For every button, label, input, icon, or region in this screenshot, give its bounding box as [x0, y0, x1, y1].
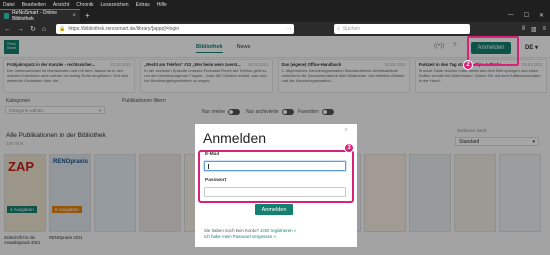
tab-title: ReNoSmart - Online Bibliothek	[12, 10, 58, 22]
annotation-badge: 2	[463, 60, 473, 70]
new-tab-icon[interactable]: +	[85, 11, 90, 20]
close-tab-icon[interactable]: ×	[72, 13, 76, 19]
menu-item[interactable]: Datei	[3, 2, 15, 8]
forgot-password-link[interactable]: Ich habe mein Passwort vergessen »	[204, 234, 276, 239]
menu-item[interactable]: Hilfe	[157, 2, 167, 8]
browser-navbar: ← → ↻ ⌂ 🔒 https://bibliothek.renosmart.d…	[0, 22, 550, 36]
register-hint: Sie haben noch kein Konto? Jetzt registr…	[204, 228, 296, 240]
window-controls: — ☐ ✕	[508, 12, 550, 19]
url-bar[interactable]: 🔒 https://bibliothek.renosmart.de/librar…	[56, 24, 295, 34]
reload-icon[interactable]: ↻	[30, 25, 36, 33]
browser-tabbar: ReNoSmart - Online Bibliothek × + — ☐ ✕	[0, 9, 550, 22]
modal-title: Anmelden	[203, 130, 267, 146]
search-icon: ⌕	[337, 26, 340, 32]
close-icon[interactable]: ×	[344, 127, 348, 134]
sidebar-icon[interactable]: ▥	[531, 26, 537, 33]
favicon-icon	[4, 13, 10, 19]
highlight-login-button	[467, 36, 519, 66]
url-text: https://bibliothek.renosmart.de/library/…	[68, 26, 180, 32]
maximize-icon[interactable]: ☐	[524, 12, 529, 19]
forward-icon[interactable]: →	[17, 26, 24, 33]
browser-search-input[interactable]: ⌕ Suchen	[334, 24, 471, 34]
menu-item[interactable]: Extras	[136, 2, 150, 8]
menu-item[interactable]: Chronik	[76, 2, 93, 8]
library-icon[interactable]: ⫴	[522, 26, 525, 33]
register-link[interactable]: Jetzt registrieren »	[260, 228, 296, 233]
browser-toolbar-icons: ⫴ ▥ ≡	[522, 26, 546, 33]
page-actions-icon[interactable]: ···	[286, 26, 291, 32]
menu-item[interactable]: Ansicht	[53, 2, 69, 8]
back-icon[interactable]: ←	[4, 26, 11, 33]
menu-item[interactable]: Bearbeiten	[22, 2, 46, 8]
hint-text: Sie haben noch kein Konto?	[204, 228, 259, 233]
menu-icon[interactable]: ≡	[542, 26, 546, 33]
submit-login-button[interactable]: Anmelden	[255, 204, 293, 215]
search-placeholder: Suchen	[342, 26, 360, 32]
menu-item[interactable]: Lesezeichen	[101, 2, 129, 8]
annotation-badge: 3	[344, 143, 354, 153]
browser-menubar: Datei Bearbeiten Ansicht Chronik Lesezeichen…	[0, 0, 550, 9]
window-close-icon[interactable]: ✕	[539, 12, 544, 19]
lock-icon: 🔒	[59, 26, 66, 32]
home-icon[interactable]: ⌂	[42, 26, 46, 33]
minimize-icon[interactable]: —	[508, 12, 514, 19]
browser-tab[interactable]: ReNoSmart - Online Bibliothek ×	[0, 9, 80, 22]
highlight-login-fields	[198, 150, 354, 203]
